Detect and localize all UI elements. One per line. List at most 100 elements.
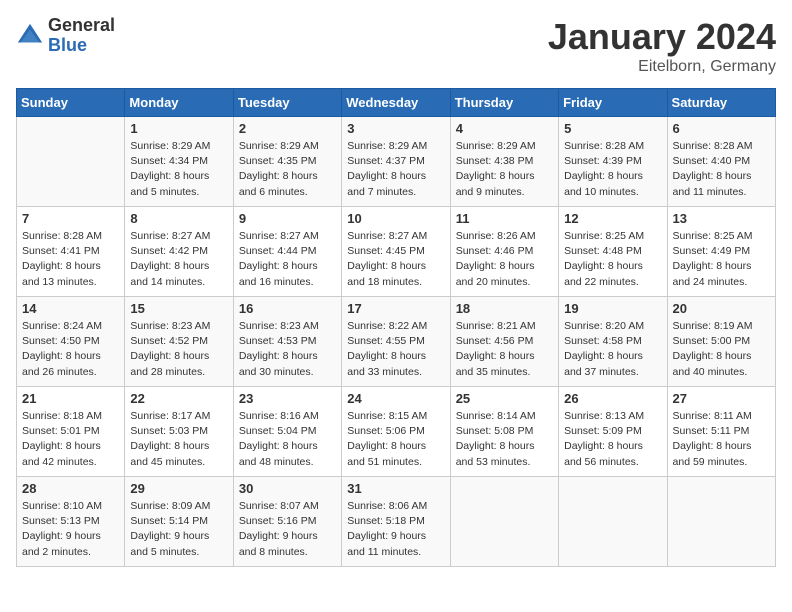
calendar-cell: 22 Sunrise: 8:17 AMSunset: 5:03 PMDayligh…	[125, 387, 233, 477]
day-info: Sunrise: 8:25 AMSunset: 4:48 PMDaylight:…	[564, 229, 661, 290]
calendar-cell: 4 Sunrise: 8:29 AMSunset: 4:38 PMDaylight…	[450, 117, 558, 207]
weekday-header: Monday	[125, 89, 233, 117]
month-title: January 2024	[548, 16, 776, 58]
day-info: Sunrise: 8:29 AMSunset: 4:34 PMDaylight:…	[130, 139, 227, 200]
title-block: January 2024 Eitelborn, Germany	[548, 16, 776, 76]
day-info: Sunrise: 8:23 AMSunset: 4:53 PMDaylight:…	[239, 319, 336, 380]
day-info: Sunrise: 8:11 AMSunset: 5:11 PMDaylight:…	[673, 409, 770, 470]
calendar-cell: 10 Sunrise: 8:27 AMSunset: 4:45 PMDayligh…	[342, 207, 450, 297]
day-number: 20	[673, 301, 770, 316]
calendar-cell: 13 Sunrise: 8:25 AMSunset: 4:49 PMDayligh…	[667, 207, 775, 297]
day-number: 14	[22, 301, 119, 316]
day-info: Sunrise: 8:18 AMSunset: 5:01 PMDaylight:…	[22, 409, 119, 470]
day-number: 22	[130, 391, 227, 406]
weekday-header: Tuesday	[233, 89, 341, 117]
calendar-cell: 18Sunrise: 8:21 AMSunset: 4:56 PMDayligh…	[450, 297, 558, 387]
day-number: 11	[456, 211, 553, 226]
calendar-cell: 7 Sunrise: 8:28 AMSunset: 4:41 PMDaylight…	[17, 207, 125, 297]
day-info: Sunrise: 8:28 AMSunset: 4:39 PMDaylight:…	[564, 139, 661, 200]
day-info: Sunrise: 8:09 AMSunset: 5:14 PMDaylight:…	[130, 499, 227, 560]
day-number: 30	[239, 481, 336, 496]
day-number: 28	[22, 481, 119, 496]
day-number: 25	[456, 391, 553, 406]
day-info: Sunrise: 8:27 AMSunset: 4:44 PMDaylight:…	[239, 229, 336, 290]
day-number: 9	[239, 211, 336, 226]
day-number: 21	[22, 391, 119, 406]
location-title: Eitelborn, Germany	[548, 58, 776, 76]
day-number: 23	[239, 391, 336, 406]
week-row: 1Sunrise: 8:29 AMSunset: 4:34 PMDaylight…	[17, 117, 776, 207]
calendar-cell: 14 Sunrise: 8:24 AMSunset: 4:50 PMDayligh…	[17, 297, 125, 387]
day-number: 27	[673, 391, 770, 406]
weekday-header: Saturday	[667, 89, 775, 117]
day-info: Sunrise: 8:28 AMSunset: 4:41 PMDaylight:…	[22, 229, 119, 290]
calendar-cell: 21 Sunrise: 8:18 AMSunset: 5:01 PMDayligh…	[17, 387, 125, 477]
calendar-cell: 5 Sunrise: 8:28 AMSunset: 4:39 PMDaylight…	[559, 117, 667, 207]
calendar-cell: 20 Sunrise: 8:19 AMSunset: 5:00 PMDayligh…	[667, 297, 775, 387]
day-info: Sunrise: 8:20 AMSunset: 4:58 PMDaylight:…	[564, 319, 661, 380]
calendar-cell: 30 Sunrise: 8:07 AMSunset: 5:16 PMDayligh…	[233, 477, 341, 567]
week-row: 7 Sunrise: 8:28 AMSunset: 4:41 PMDaylight…	[17, 207, 776, 297]
calendar-cell: 12 Sunrise: 8:25 AMSunset: 4:48 PMDayligh…	[559, 207, 667, 297]
day-info: Sunrise: 8:22 AMSunset: 4:55 PMDaylight:…	[347, 319, 444, 380]
calendar-cell	[450, 477, 558, 567]
day-info: Sunrise: 8:06 AMSunset: 5:18 PMDaylight:…	[347, 499, 444, 560]
day-info: Sunrise: 8:27 AMSunset: 4:45 PMDaylight:…	[347, 229, 444, 290]
calendar-cell: 2Sunrise: 8:29 AMSunset: 4:35 PMDaylight…	[233, 117, 341, 207]
day-info: Sunrise: 8:24 AMSunset: 4:50 PMDaylight:…	[22, 319, 119, 380]
calendar-cell: 16Sunrise: 8:23 AMSunset: 4:53 PMDayligh…	[233, 297, 341, 387]
calendar-cell: 28 Sunrise: 8:10 AMSunset: 5:13 PMDayligh…	[17, 477, 125, 567]
day-info: Sunrise: 8:13 AMSunset: 5:09 PMDaylight:…	[564, 409, 661, 470]
calendar-table: SundayMondayTuesdayWednesdayThursdayFrid…	[16, 88, 776, 567]
logo-text-blue: Blue	[48, 36, 115, 56]
day-number: 7	[22, 211, 119, 226]
day-number: 6	[673, 121, 770, 136]
calendar-cell: 15 Sunrise: 8:23 AMSunset: 4:52 PMDayligh…	[125, 297, 233, 387]
day-number: 4	[456, 121, 553, 136]
calendar-cell: 9 Sunrise: 8:27 AMSunset: 4:44 PMDaylight…	[233, 207, 341, 297]
weekday-header: Wednesday	[342, 89, 450, 117]
calendar-cell: 29 Sunrise: 8:09 AMSunset: 5:14 PMDayligh…	[125, 477, 233, 567]
day-info: Sunrise: 8:28 AMSunset: 4:40 PMDaylight:…	[673, 139, 770, 200]
day-number: 12	[564, 211, 661, 226]
day-info: Sunrise: 8:17 AMSunset: 5:03 PMDaylight:…	[130, 409, 227, 470]
week-row: 21 Sunrise: 8:18 AMSunset: 5:01 PMDayligh…	[17, 387, 776, 477]
calendar-cell: 1Sunrise: 8:29 AMSunset: 4:34 PMDaylight…	[125, 117, 233, 207]
calendar-cell: 11Sunrise: 8:26 AMSunset: 4:46 PMDayligh…	[450, 207, 558, 297]
weekday-header: Sunday	[17, 89, 125, 117]
day-info: Sunrise: 8:10 AMSunset: 5:13 PMDaylight:…	[22, 499, 119, 560]
day-info: Sunrise: 8:25 AMSunset: 4:49 PMDaylight:…	[673, 229, 770, 290]
day-number: 26	[564, 391, 661, 406]
day-number: 8	[130, 211, 227, 226]
calendar-cell: 3Sunrise: 8:29 AMSunset: 4:37 PMDaylight…	[342, 117, 450, 207]
calendar-cell: 24Sunrise: 8:15 AMSunset: 5:06 PMDayligh…	[342, 387, 450, 477]
day-info: Sunrise: 8:27 AMSunset: 4:42 PMDaylight:…	[130, 229, 227, 290]
weekday-header: Friday	[559, 89, 667, 117]
calendar-cell: 25 Sunrise: 8:14 AMSunset: 5:08 PMDayligh…	[450, 387, 558, 477]
day-number: 2	[239, 121, 336, 136]
day-info: Sunrise: 8:29 AMSunset: 4:37 PMDaylight:…	[347, 139, 444, 200]
calendar-cell	[17, 117, 125, 207]
day-info: Sunrise: 8:14 AMSunset: 5:08 PMDaylight:…	[456, 409, 553, 470]
day-number: 15	[130, 301, 227, 316]
weekday-header: Thursday	[450, 89, 558, 117]
logo-icon	[16, 22, 44, 50]
calendar-cell: 26 Sunrise: 8:13 AMSunset: 5:09 PMDayligh…	[559, 387, 667, 477]
day-number: 13	[673, 211, 770, 226]
calendar-cell: 23 Sunrise: 8:16 AMSunset: 5:04 PMDayligh…	[233, 387, 341, 477]
calendar-cell	[667, 477, 775, 567]
day-number: 31	[347, 481, 444, 496]
day-number: 29	[130, 481, 227, 496]
logo-text-general: General	[48, 16, 115, 36]
day-info: Sunrise: 8:07 AMSunset: 5:16 PMDaylight:…	[239, 499, 336, 560]
day-info: Sunrise: 8:15 AMSunset: 5:06 PMDaylight:…	[347, 409, 444, 470]
calendar-cell: 19Sunrise: 8:20 AMSunset: 4:58 PMDayligh…	[559, 297, 667, 387]
day-info: Sunrise: 8:29 AMSunset: 4:38 PMDaylight:…	[456, 139, 553, 200]
day-number: 10	[347, 211, 444, 226]
day-info: Sunrise: 8:23 AMSunset: 4:52 PMDaylight:…	[130, 319, 227, 380]
day-number: 17	[347, 301, 444, 316]
day-info: Sunrise: 8:16 AMSunset: 5:04 PMDaylight:…	[239, 409, 336, 470]
day-number: 5	[564, 121, 661, 136]
day-info: Sunrise: 8:19 AMSunset: 5:00 PMDaylight:…	[673, 319, 770, 380]
calendar-header: SundayMondayTuesdayWednesdayThursdayFrid…	[17, 89, 776, 117]
